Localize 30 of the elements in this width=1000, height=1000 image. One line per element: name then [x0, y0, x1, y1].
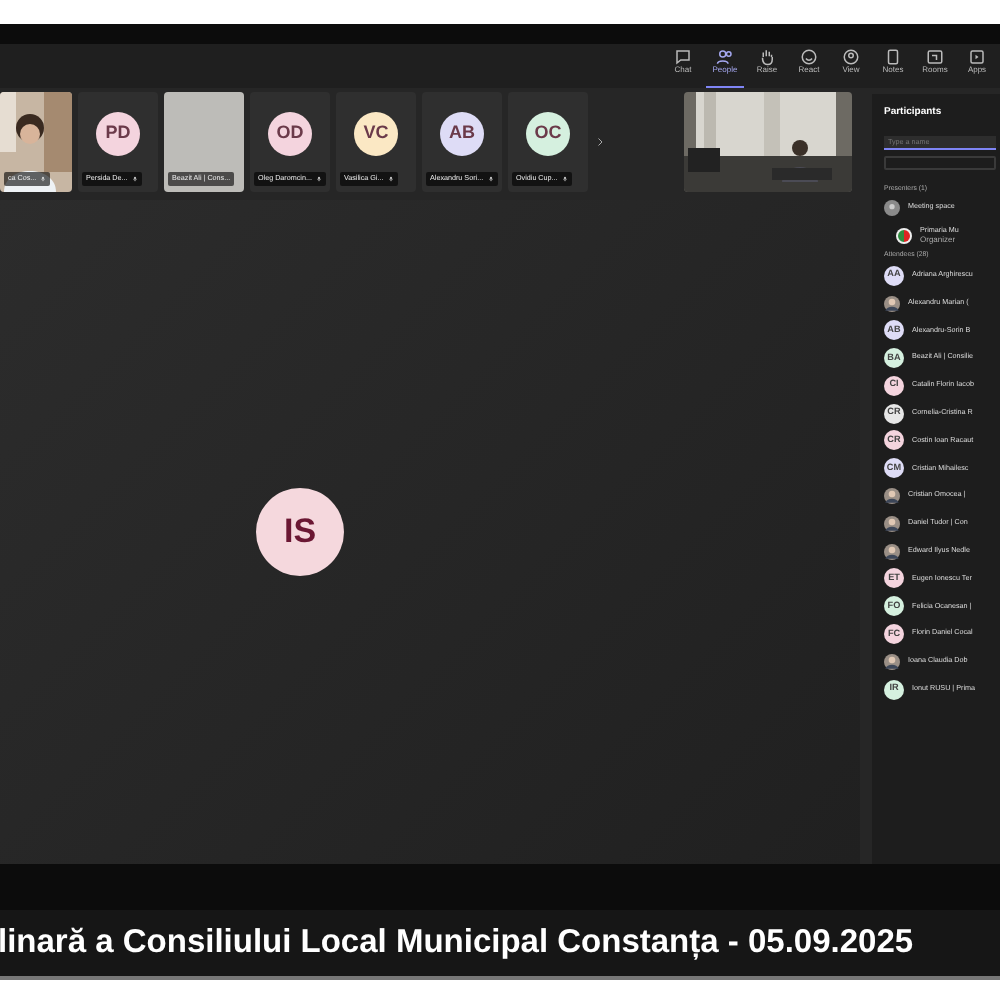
microphone-icon	[387, 175, 394, 182]
person-avatar-icon	[884, 653, 900, 670]
person-avatar-icon	[884, 543, 900, 560]
smiley-icon	[800, 48, 818, 66]
avatar: VC	[354, 112, 398, 156]
rooms-icon	[926, 48, 944, 66]
view-icon	[842, 48, 860, 66]
avatar: OD	[268, 112, 312, 156]
invite-field[interactable]	[884, 155, 996, 169]
microphone-icon	[487, 175, 494, 182]
avatar: IS	[256, 488, 344, 576]
meeting-space-icon	[884, 200, 900, 216]
person-avatar-icon	[884, 515, 900, 532]
apps-icon	[968, 48, 986, 66]
microphone-icon	[315, 175, 322, 182]
chevron-right-icon[interactable]	[594, 134, 606, 150]
avatar: PD	[96, 112, 140, 156]
organization-logo-icon	[896, 227, 912, 244]
notes-icon	[884, 48, 902, 66]
avatar: OC	[526, 112, 570, 156]
caption-text: linară a Consiliului Local Municipal Constanța - 05.09.2025	[0, 922, 914, 965]
person-avatar-icon	[884, 295, 900, 311]
microphone-icon	[561, 175, 568, 182]
people-icon	[716, 48, 734, 66]
avatar: AB	[440, 112, 484, 156]
microphone-icon	[40, 175, 47, 182]
hand-icon	[758, 48, 776, 66]
microphone-icon	[131, 175, 138, 182]
chat-icon	[674, 48, 692, 66]
person-avatar-icon	[884, 488, 900, 505]
